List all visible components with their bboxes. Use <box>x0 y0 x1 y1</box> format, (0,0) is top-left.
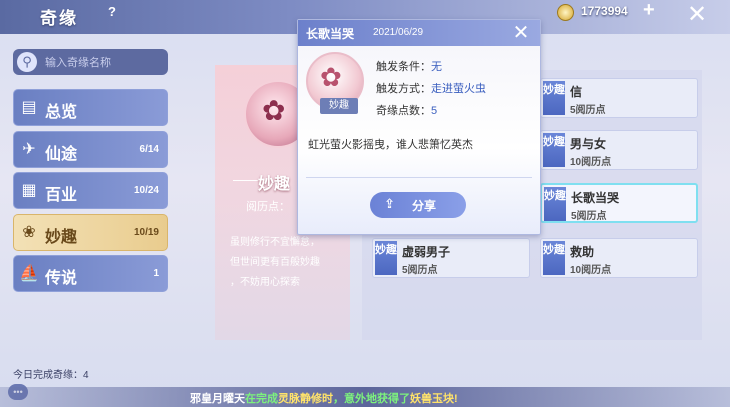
divider <box>233 180 258 181</box>
field-value: 无 <box>431 61 442 73</box>
encounter-card[interactable]: 妙趣 救助 10阅历点 <box>540 238 698 278</box>
ticker-reward: 妖兽玉块! <box>410 393 458 405</box>
card-points: 5阅历点 <box>571 211 607 222</box>
blossom-icon: ✿ <box>320 62 342 92</box>
sidebar-item-label: 百业 <box>45 187 78 204</box>
description-line: 但世间更有百般妙趣 <box>230 257 320 268</box>
card-name: 救助 <box>570 245 595 259</box>
share-label: 分享 <box>412 199 437 213</box>
popup-header: 长歌当哭 2021/06/29 ✕ <box>298 20 540 46</box>
field-label: 奇缘点数： <box>376 105 431 117</box>
divider <box>306 177 532 178</box>
experience-label: 阅历点： <box>246 201 290 213</box>
encounter-points: 奇缘点数：5 <box>376 102 437 118</box>
sidebar-item-overview[interactable]: ▤ 总览 <box>13 89 168 126</box>
page-title: 奇缘 <box>40 9 78 28</box>
trigger-condition: 触发条件：无 <box>376 58 442 74</box>
trigger-method: 触发方式：走进萤火虫 <box>376 80 486 96</box>
announcement-text: 邪皇月曜天在完成灵脉静修时，意外地获得了妖兽玉块! <box>190 390 458 406</box>
sidebar-item-xiantu[interactable]: ✈ 仙途 6/14 <box>13 131 168 168</box>
encounter-card[interactable]: 妙趣 虚弱男子 5阅历点 <box>372 238 530 278</box>
card-points: 5阅历点 <box>570 105 606 116</box>
encounter-card[interactable]: 妙趣 男与女 10阅历点 <box>540 130 698 170</box>
sidebar-item-count: 1 <box>153 268 159 279</box>
popup-date: 2021/06/29 <box>373 27 424 38</box>
card-name: 信 <box>570 85 583 99</box>
card-name: 男与女 <box>570 137 607 151</box>
sidebar-item-count: 10/19 <box>133 227 159 238</box>
help-button[interactable]: ? <box>108 4 116 19</box>
ticker-activity: 灵脉静修时 <box>278 393 333 405</box>
grid-icon: ▦ <box>21 182 37 199</box>
encounter-card[interactable]: 妙趣 信 5阅历点 <box>540 78 698 118</box>
description-line: 虽则修行不宜懈怠， <box>230 237 320 248</box>
currency-amount: 1773994 <box>581 4 628 18</box>
card-points: 5阅历点 <box>402 265 438 276</box>
card-points: 10阅历点 <box>570 265 612 276</box>
book-icon: ▤ <box>21 99 37 116</box>
sidebar-item-label: 总览 <box>45 104 78 121</box>
ticker-text: ，意外地获得了 <box>333 393 410 405</box>
emblem-label: 妙趣 <box>320 98 358 114</box>
card-tag: 妙趣 <box>375 241 397 275</box>
boat-icon: ⛵ <box>19 265 39 282</box>
sidebar-item-label: 传说 <box>45 270 78 287</box>
sidebar-item-baiye[interactable]: ▦ 百业 10/24 <box>13 172 168 209</box>
card-tag: 妙趣 <box>543 241 565 275</box>
description-line: ，不妨用心探索 <box>230 277 300 288</box>
sidebar-item-label: 仙途 <box>45 146 78 163</box>
share-button[interactable]: ⇪ 分享 <box>370 192 466 218</box>
encounter-detail-popup: 长歌当哭 2021/06/29 ✕ ✿ 妙趣 触发条件：无 触发方式：走进萤火虫… <box>297 19 541 235</box>
add-currency-button[interactable]: + <box>643 0 655 22</box>
swirl-icon: ❀ <box>22 224 36 241</box>
search-input[interactable] <box>43 53 167 73</box>
search-icon[interactable]: ⚲ <box>17 52 37 72</box>
field-label: 触发方式： <box>376 83 431 95</box>
category-description: 虽则修行不宜懈怠， 但世间更有百般妙趣 ，不妨用心探索 <box>230 233 350 293</box>
sidebar-item-count: 10/24 <box>133 185 159 196</box>
field-value: 5 <box>431 105 438 117</box>
close-icon[interactable]: ✕ <box>683 1 711 29</box>
category-title: 妙趣 <box>258 176 291 193</box>
encounter-card-selected[interactable]: 妙趣 长歌当哭 5阅历点 <box>540 183 698 223</box>
ticker-text: 在完成 <box>245 393 278 405</box>
sidebar-item-count: 6/14 <box>139 144 159 155</box>
search-bar: ⚲ <box>13 49 168 75</box>
card-points: 10阅历点 <box>570 157 612 168</box>
field-label: 触发条件： <box>376 61 431 73</box>
field-value: 走进萤火虫 <box>431 83 486 95</box>
popup-title: 长歌当哭 <box>306 27 355 41</box>
coin-icon <box>557 4 574 21</box>
sidebar-item-chuanshuo[interactable]: ⛵ 传说 1 <box>13 255 168 292</box>
card-name: 虚弱男子 <box>402 245 451 259</box>
ticker-player: 邪皇月曜天 <box>190 393 245 405</box>
popup-description: 虹光萤火影摇曳，谁人悲箫忆英杰 <box>308 139 473 151</box>
card-tag: 妙趣 <box>543 133 565 167</box>
close-icon[interactable]: ✕ <box>508 20 534 46</box>
sidebar-item-miaoqu[interactable]: ❀ 妙趣 10/19 <box>13 214 168 251</box>
blossom-icon: ✿ <box>262 95 286 126</box>
card-tag: 妙趣 <box>543 81 565 115</box>
sidebar-item-label: 妙趣 <box>45 229 78 246</box>
daily-completed: 今日完成奇缘：4 <box>13 370 89 381</box>
card-name: 长歌当哭 <box>571 191 620 205</box>
card-tag: 妙趣 <box>544 187 566 221</box>
share-icon: ⇪ <box>384 196 395 211</box>
bird-icon: ✈ <box>22 141 36 158</box>
